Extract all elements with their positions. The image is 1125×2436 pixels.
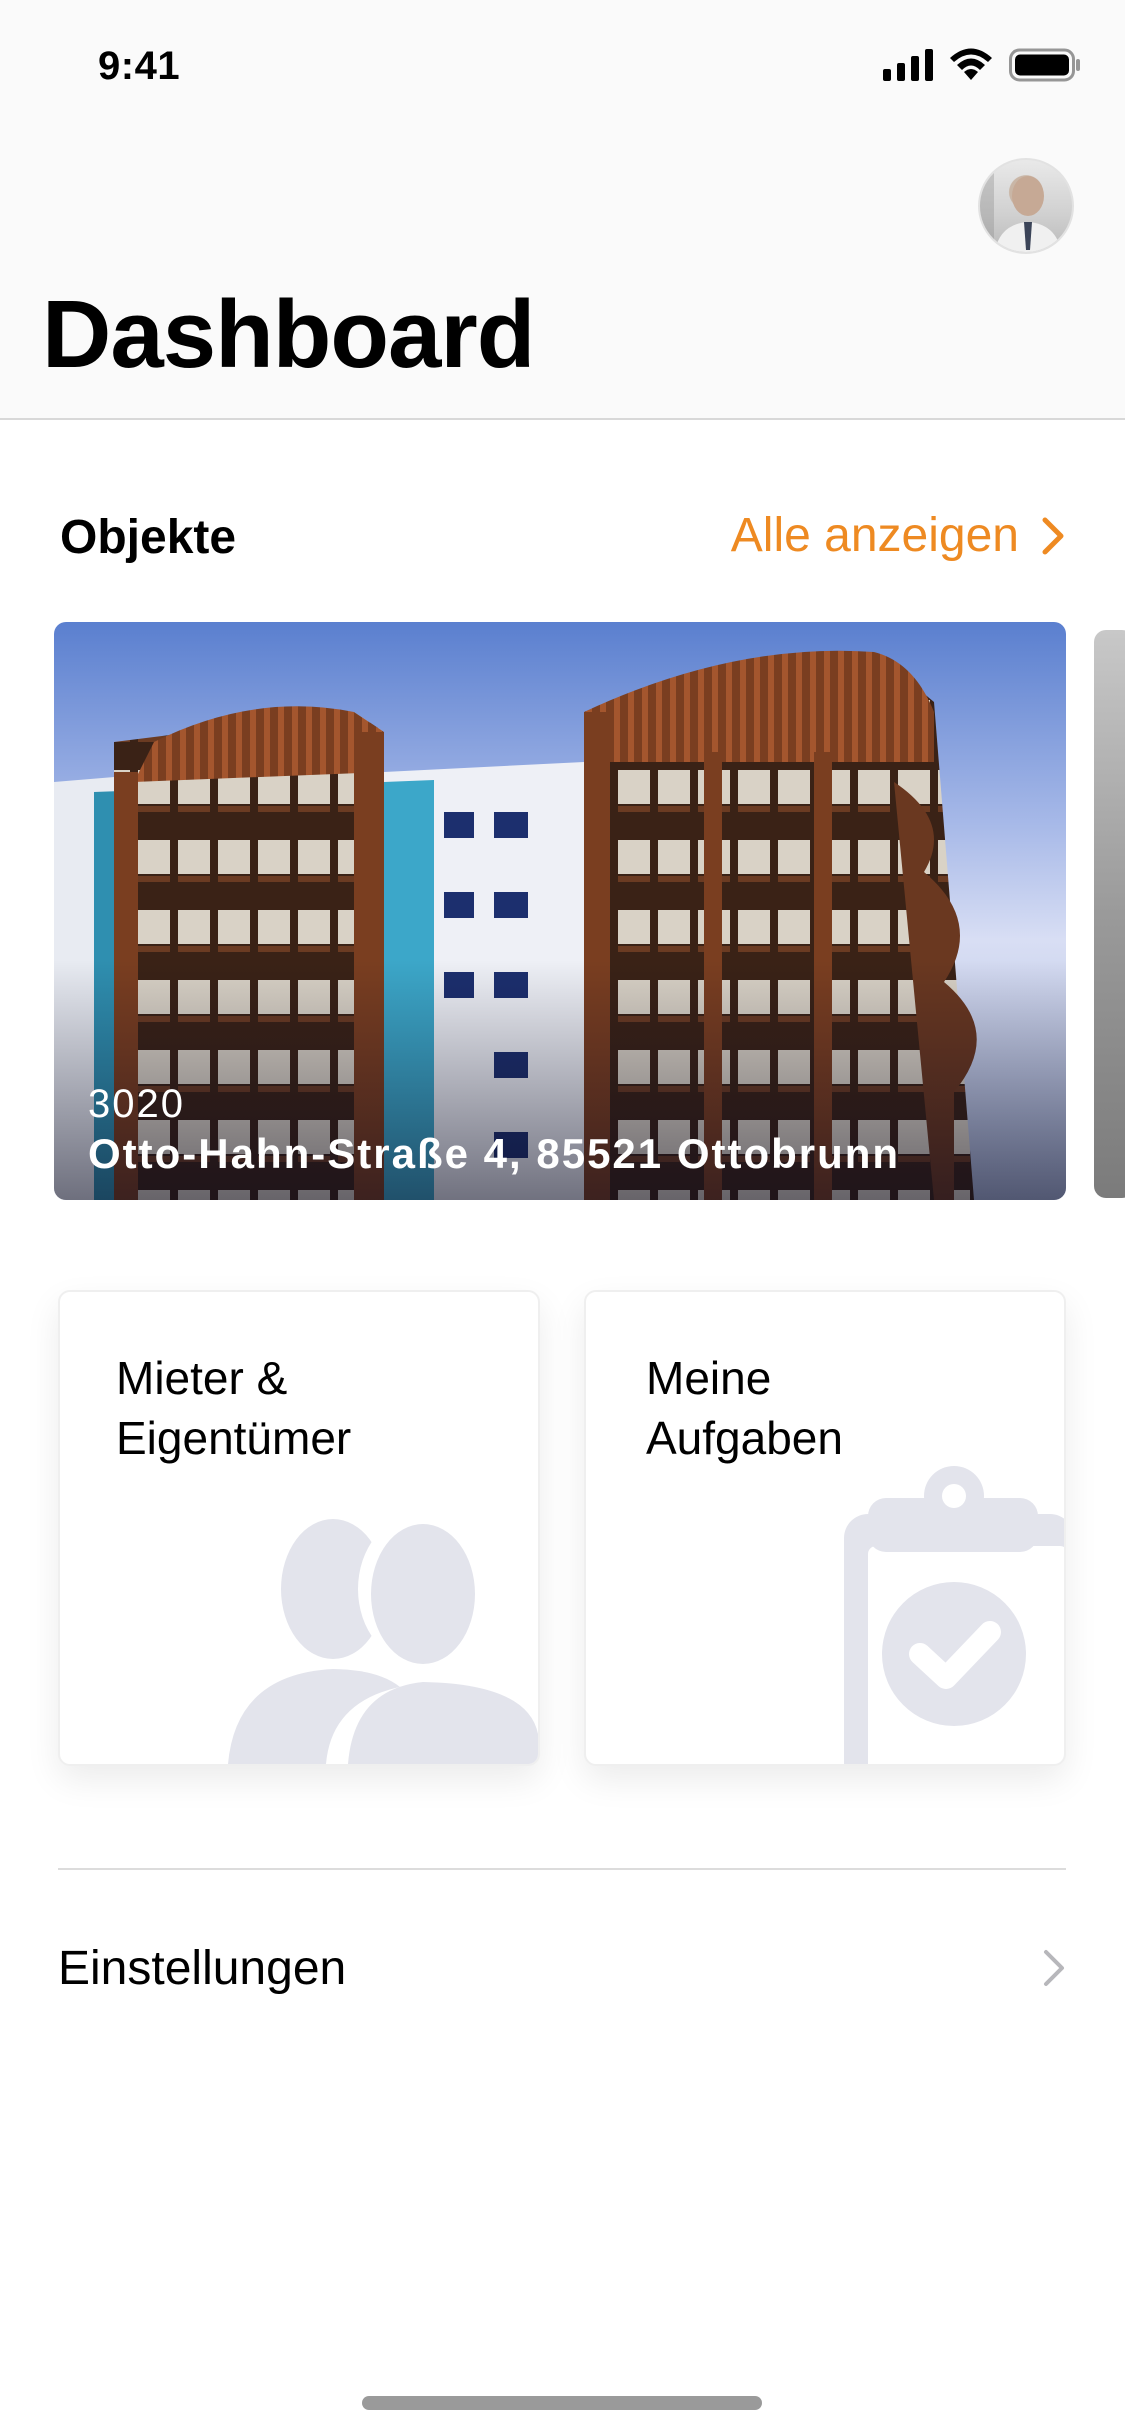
show-all-button[interactable]: Alle anzeigen <box>731 508 1065 563</box>
tenants-owners-tile[interactable]: Mieter & Eigentümer <box>58 1290 540 1766</box>
show-all-label: Alle anzeigen <box>730 509 1019 562</box>
property-number: 3020 <box>88 1082 185 1126</box>
section-divider <box>58 1868 1066 1870</box>
clipboard-check-icon <box>844 1466 1064 1764</box>
next-property-card[interactable] <box>1094 630 1125 1198</box>
dashboard-screen: 9:41 Dashboard Objekte Alle anzeigen 302… <box>0 0 1125 2436</box>
tile-label-line1: Meine <box>646 1352 772 1404</box>
navigation-header: Dashboard <box>0 132 1125 420</box>
signal-icon <box>883 49 933 81</box>
user-avatar[interactable] <box>978 158 1074 254</box>
page-title: Dashboard <box>42 281 535 388</box>
objects-section-title: Objekte <box>60 511 237 564</box>
status-bar: 9:41 <box>0 0 1125 132</box>
tile-label-line1: Mieter & <box>116 1352 288 1404</box>
home-indicator[interactable] <box>362 2396 762 2410</box>
tenants-owners-label: Mieter & Eigentümer <box>116 1348 476 1468</box>
status-icons <box>883 48 1081 82</box>
settings-row[interactable]: Einstellungen <box>58 1930 1066 2006</box>
property-address: Otto-Hahn-Straße 4, 85521 Ottobrunn <box>88 1130 901 1177</box>
status-time: 9:41 <box>98 44 181 88</box>
tile-label-line2: Eigentümer <box>116 1412 352 1464</box>
people-icon <box>228 1515 538 1764</box>
my-tasks-label: Meine Aufgaben <box>646 1348 1006 1468</box>
chevron-right-icon <box>1042 517 1064 554</box>
property-card[interactable]: 3020 Otto-Hahn-Straße 4, 85521 Ottobrunn <box>54 622 1066 1200</box>
battery-icon <box>1009 48 1080 82</box>
chevron-right-icon <box>1044 1950 1064 1986</box>
settings-label: Einstellungen <box>58 1941 347 1995</box>
wifi-icon <box>950 48 992 80</box>
my-tasks-tile[interactable]: Meine Aufgaben <box>584 1290 1066 1766</box>
tile-label-line2: Aufgaben <box>646 1412 843 1464</box>
